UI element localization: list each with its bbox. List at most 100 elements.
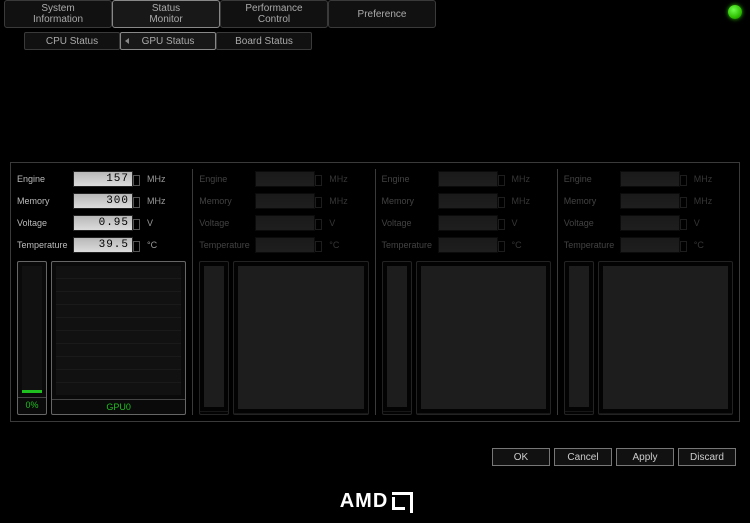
label-memory: Memory [382,196,438,206]
unit-v: V [147,218,153,228]
footer: AMD [0,479,750,523]
tab-performance-control[interactable]: PerformanceControl [220,0,328,28]
value-memory [255,193,315,209]
label-engine: Engine [382,174,438,184]
value-voltage [255,215,315,231]
value-temperature [620,237,680,253]
tab-label: Control [258,14,290,25]
label-engine: Engine [17,174,73,184]
usage-meter [199,261,229,415]
sub-tab-gpu-status[interactable]: GPU Status [120,32,216,50]
value-temperature [438,237,498,253]
sub-tab-board-status[interactable]: Board Status [216,32,312,50]
label-memory: Memory [564,196,620,206]
amd-logo: AMD [332,486,419,517]
main-tab-bar: SystemInformation StatusMonitor Performa… [0,0,750,32]
usage-meter [382,261,412,415]
unit-c: °C [694,240,704,250]
unit-mhz: MHz [694,196,713,206]
value-voltage [620,215,680,231]
discard-button[interactable]: Discard [678,448,736,466]
label-memory: Memory [199,196,255,206]
gpu-status-panel: Engine157MHz Memory300MHz Voltage0.95V T… [10,162,740,422]
button-label: Apply [632,452,657,463]
usage-graph [233,261,368,415]
label-temperature: Temperature [199,240,255,250]
unit-mhz: MHz [512,196,531,206]
value-memory [620,193,680,209]
apply-button[interactable]: Apply [616,448,674,466]
graph-gpu-label [599,413,732,414]
meter-percent [383,411,411,414]
cancel-button[interactable]: Cancel [554,448,612,466]
tab-system-information[interactable]: SystemInformation [4,0,112,28]
sub-tab-label: GPU Status [142,36,195,47]
graph-gpu-label: GPU0 [52,399,185,414]
usage-graph [416,261,551,415]
label-memory: Memory [17,196,73,206]
value-engine [438,171,498,187]
tab-label: Information [33,14,83,25]
unit-mhz: MHz [512,174,531,184]
button-label: Discard [690,452,724,463]
label-voltage: Voltage [199,218,255,228]
tab-label: Status [152,3,180,14]
unit-mhz: MHz [329,196,348,206]
tab-label: Monitor [149,14,182,25]
unit-mhz: MHz [147,196,166,206]
status-indicator-icon [728,5,742,19]
amd-arrow-icon [392,492,410,510]
unit-mhz: MHz [329,174,348,184]
unit-v: V [512,218,518,228]
sub-tab-cpu-status[interactable]: CPU Status [24,32,120,50]
gpu-column-2: Engine MHz Memory MHz Voltage V Temperature… [378,169,555,415]
button-label: Cancel [567,452,598,463]
meter-percent [565,411,593,414]
graph-gpu-label [417,413,550,414]
brand-text: AMD [340,490,389,513]
tab-label: Performance [245,3,302,14]
column-divider [192,169,193,415]
value-temperature: 39.5 [73,237,133,253]
column-divider [375,169,376,415]
meter-percent: 0% [18,397,46,414]
gpu-column-1: Engine MHz Memory MHz Voltage V Temperature… [195,169,372,415]
value-voltage: 0.95 [73,215,133,231]
unit-v: V [329,218,335,228]
ok-button[interactable]: OK [492,448,550,466]
column-divider [557,169,558,415]
usage-graph: GPU0 [51,261,186,415]
tab-status-monitor[interactable]: StatusMonitor [112,0,220,28]
unit-c: °C [147,240,157,250]
value-voltage [438,215,498,231]
label-engine: Engine [564,174,620,184]
value-temperature [255,237,315,253]
tab-label: System [41,3,74,14]
value-engine [255,171,315,187]
meter-percent [200,411,228,414]
value-engine: 157 [73,171,133,187]
unit-mhz: MHz [147,174,166,184]
label-engine: Engine [199,174,255,184]
usage-meter: 0% [17,261,47,415]
unit-c: °C [512,240,522,250]
unit-c: °C [329,240,339,250]
tab-label: Preference [358,9,407,20]
value-memory [438,193,498,209]
label-voltage: Voltage [564,218,620,228]
gpu-column-3: EngineMHz MemoryMHz VoltageV Temperature… [560,169,737,415]
value-memory: 300 [73,193,133,209]
label-temperature: Temperature [564,240,620,250]
value-engine [620,171,680,187]
action-button-row: OK Cancel Apply Discard [492,448,736,466]
gpu-column-0: Engine157 MHz Memory300 MHz Voltage0.95 V T… [13,169,190,415]
unit-v: V [694,218,700,228]
sub-tab-bar: CPU Status GPU Status Board Status [24,32,750,52]
graph-gpu-label [234,413,367,414]
label-voltage: Voltage [382,218,438,228]
label-voltage: Voltage [17,218,73,228]
usage-graph [598,261,733,415]
label-temperature: Temperature [17,240,73,250]
tab-preference[interactable]: Preference [328,0,436,28]
label-temperature: Temperature [382,240,438,250]
